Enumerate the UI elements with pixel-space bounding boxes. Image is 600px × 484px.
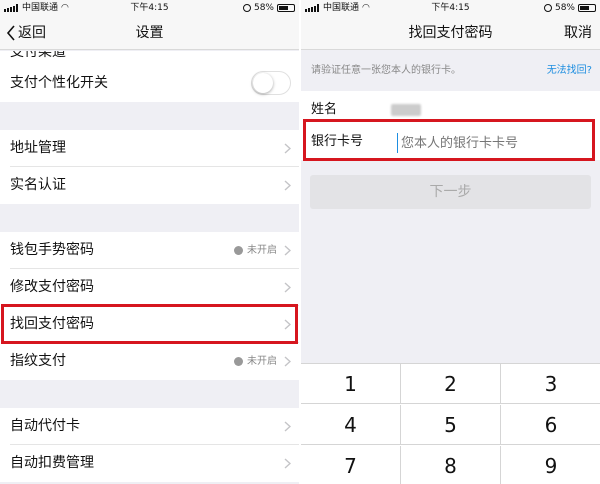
- chevron-right-icon: [284, 458, 291, 469]
- battery-percent: 58%: [253, 3, 274, 13]
- key-5[interactable]: 5: [401, 405, 501, 445]
- settings-item-label: 地址管理: [10, 140, 66, 156]
- fingerprint-status-text: 未开启: [247, 356, 277, 367]
- alarm-icon: [543, 4, 552, 12]
- chevron-right-icon: [284, 421, 291, 432]
- chevron-right-icon: [284, 282, 291, 293]
- settings-item-label: 自动代付卡: [10, 418, 80, 434]
- lock-icon: [234, 246, 243, 255]
- settings-item-gesture[interactable]: 钱包手势密码 未开启: [0, 232, 299, 269]
- key-6[interactable]: 6: [501, 405, 600, 445]
- toggle-knob: [253, 73, 273, 93]
- personalization-toggle[interactable]: [251, 71, 291, 95]
- key-2[interactable]: 2: [401, 364, 501, 404]
- settings-item-realname[interactable]: 实名认证: [0, 167, 299, 204]
- settings-item-address[interactable]: 地址管理: [0, 130, 299, 167]
- settings-screen: 中国联通 ◠ 下午4:15 58% 返回 设置 支付渠道 支付个性化开关 地址管…: [0, 0, 299, 484]
- key-3[interactable]: 3: [501, 364, 600, 404]
- gesture-status: 未开启: [234, 232, 277, 269]
- key-1[interactable]: 1: [301, 364, 401, 404]
- cannot-recover-link[interactable]: 无法找回?: [547, 51, 592, 91]
- settings-item-fingerprint[interactable]: 指纹支付 未开启: [0, 343, 299, 380]
- highlight-box: [1, 304, 298, 344]
- battery-icon: [578, 4, 596, 12]
- highlight-box: [303, 119, 595, 161]
- status-bar: 中国联通 ◠ 下午4:15 58%: [0, 0, 299, 16]
- masked-name: [391, 103, 421, 116]
- settings-item-auto-deduct[interactable]: 自动扣费管理: [0, 445, 299, 482]
- name-label: 姓名: [311, 102, 338, 117]
- next-button[interactable]: 下一步: [310, 175, 591, 209]
- lock-icon: [234, 357, 243, 366]
- settings-item-label: 钱包手势密码: [10, 242, 94, 258]
- hint-row: 请验证任意一张您本人的银行卡。 无法找回?: [301, 51, 600, 91]
- settings-item-label: 支付渠道: [10, 51, 66, 60]
- key-4[interactable]: 4: [301, 405, 401, 445]
- alarm-icon: [242, 4, 251, 12]
- page-title: 设置: [135, 25, 164, 41]
- chevron-right-icon: [284, 356, 291, 367]
- page-title: 找回支付密码: [408, 25, 493, 41]
- nav-bar: 找回支付密码 取消: [301, 16, 600, 50]
- numeric-keypad: 1 2 3 4 5 6 7 8 9: [301, 363, 600, 484]
- gesture-status-text: 未开启: [247, 245, 277, 256]
- status-bar: 中国联通 ◠ 下午4:15 58%: [301, 0, 600, 16]
- settings-item-label: 支付个性化开关: [10, 75, 108, 91]
- key-8[interactable]: 8: [401, 446, 501, 484]
- chevron-right-icon: [284, 245, 291, 256]
- settings-item-label: 修改支付密码: [10, 279, 94, 295]
- recover-password-screen: 中国联通 ◠ 下午4:15 58% 找回支付密码 取消 请验证任意一张您本人的银…: [301, 0, 600, 484]
- battery-percent: 58%: [554, 3, 575, 13]
- chevron-right-icon: [284, 180, 291, 191]
- key-9[interactable]: 9: [501, 446, 600, 484]
- hint-text: 请验证任意一张您本人的银行卡。: [311, 65, 461, 76]
- battery-icon: [277, 4, 295, 12]
- settings-item-auto-card[interactable]: 自动代付卡: [0, 408, 299, 445]
- fingerprint-status: 未开启: [234, 343, 277, 380]
- cancel-button[interactable]: 取消: [564, 16, 592, 50]
- settings-item-partial[interactable]: 支付渠道: [0, 51, 299, 65]
- settings-item-modify-pwd[interactable]: 修改支付密码: [0, 269, 299, 306]
- settings-item-label: 指纹支付: [10, 353, 66, 369]
- nav-bar: 返回 设置: [0, 16, 299, 50]
- settings-item-label: 实名认证: [10, 177, 66, 193]
- key-7[interactable]: 7: [301, 446, 401, 484]
- settings-item-personalization: 支付个性化开关: [0, 65, 299, 102]
- chevron-right-icon: [284, 143, 291, 154]
- settings-item-label: 自动扣费管理: [10, 455, 94, 471]
